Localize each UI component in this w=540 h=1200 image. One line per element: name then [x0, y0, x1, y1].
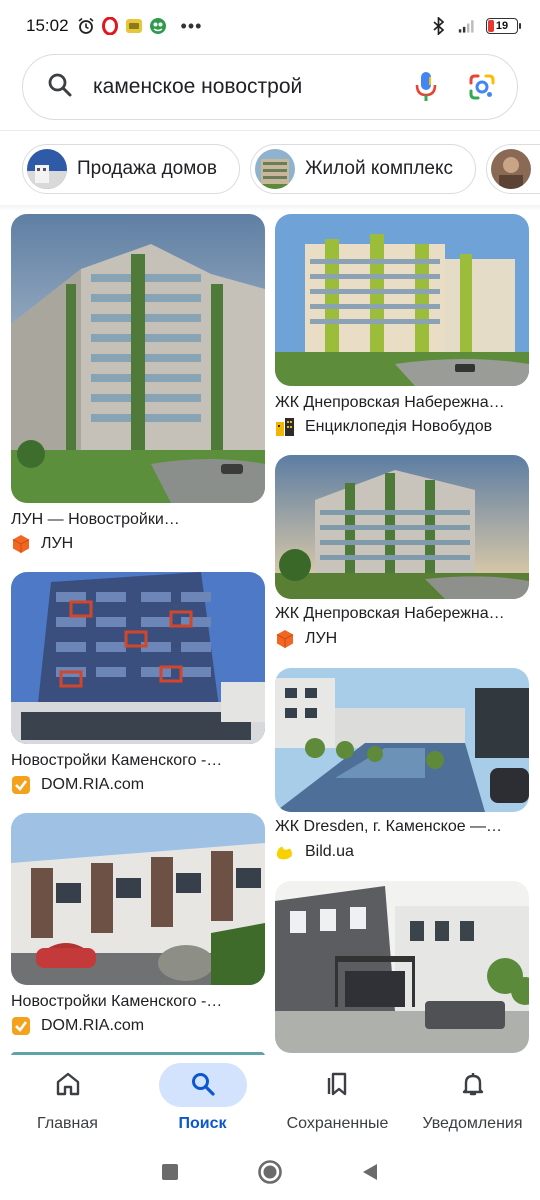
nav-home[interactable]: Главная — [0, 1055, 135, 1143]
battery-fill — [488, 20, 494, 32]
result-title[interactable]: ЖК Днепровская Набережна… — [275, 394, 529, 412]
status-icons-left: ••• — [77, 16, 203, 37]
result-image — [275, 668, 529, 812]
result-source[interactable]: Енциклопедія Новобудов — [275, 417, 492, 437]
result-source[interactable]: DOM.RIA.com — [11, 775, 144, 795]
result-image — [275, 881, 529, 1053]
filter-chips: Продажа домов Жилой комплекс К — [22, 144, 540, 194]
alarm-icon — [77, 17, 95, 35]
result-title[interactable]: Новостройки Каменского -… — [11, 752, 265, 770]
google-lens-icon[interactable] — [467, 72, 497, 102]
result-source[interactable]: Bild.ua — [275, 842, 354, 862]
status-bar: 15:02 ••• 19 — [0, 0, 540, 52]
bell-icon — [458, 1069, 488, 1099]
recents-button[interactable] — [157, 1159, 183, 1185]
more-notifications-indicator: ••• — [180, 15, 203, 36]
domria-icon — [11, 1016, 31, 1036]
bottom-navigation: Главная Поиск Сохраненные Уведомления — [0, 1055, 540, 1143]
result-image — [11, 214, 265, 503]
result-source-name: DOM.RIA.com — [41, 1017, 145, 1034]
nav-label: Поиск — [178, 1115, 227, 1132]
signal-icon — [458, 17, 476, 35]
nav-label: Уведомления — [422, 1115, 523, 1132]
nav-search[interactable]: Поиск — [135, 1055, 270, 1143]
result-source[interactable]: ЛУН — [11, 534, 73, 554]
bild-icon — [275, 842, 295, 862]
nav-label: Сохраненные — [286, 1115, 389, 1132]
chip-zhiloy-kompleks[interactable]: Жилой комплекс — [249, 144, 477, 194]
home-button[interactable] — [257, 1159, 283, 1185]
mic-icon[interactable] — [411, 72, 441, 102]
header-divider — [0, 130, 540, 131]
battery-level: 19 — [495, 20, 509, 32]
status-time: 15:02 — [26, 16, 69, 35]
result-source-name: ЛУН — [41, 535, 74, 552]
result-title[interactable]: ЛУН — Новостройки… — [11, 511, 265, 529]
bluetooth-icon — [430, 17, 448, 35]
result-card[interactable] — [275, 881, 529, 1053]
search-icon[interactable] — [47, 72, 73, 103]
result-card[interactable]: Новостройки Каменского -… DOM.RIA.com — [11, 572, 265, 802]
status-icons-right: 19 — [430, 17, 521, 35]
novobudov-icon — [275, 417, 295, 437]
chip-label: Жилой комплекс — [304, 158, 454, 179]
chip-partial[interactable]: К — [486, 144, 540, 194]
lun-icon — [11, 534, 31, 554]
result-title[interactable]: ЖК Днепровская Набережна… — [275, 605, 529, 623]
result-title[interactable]: ЖК Dresden, г. Каменское —… — [275, 818, 529, 836]
result-image — [275, 214, 529, 386]
result-image — [275, 455, 529, 599]
result-source-name: ЛУН — [305, 630, 338, 647]
result-image — [11, 813, 265, 985]
search-bar[interactable]: каменское новострой — [22, 54, 518, 120]
domria-icon — [11, 775, 31, 795]
chip-prodazha-domov[interactable]: Продажа домов — [22, 144, 240, 194]
nav-notifications[interactable]: Уведомления — [405, 1055, 540, 1143]
nav-label: Главная — [37, 1115, 98, 1132]
opera-icon — [101, 17, 119, 35]
search-query[interactable]: каменское новострой — [93, 75, 411, 99]
game-app-icon — [149, 17, 167, 35]
result-image — [11, 572, 265, 744]
chip-label: Продажа домов — [77, 158, 217, 179]
bookmark-icon — [323, 1069, 353, 1099]
result-card[interactable]: ЛУН — Новостройки… ЛУН — [11, 214, 265, 559]
result-card[interactable]: Новостройки Каменского -… DOM.RIA.com — [11, 813, 265, 1043]
home-icon — [53, 1069, 83, 1099]
chip-thumbnail — [491, 149, 532, 189]
result-source[interactable]: DOM.RIA.com — [11, 1016, 144, 1036]
chip-thumbnail — [254, 149, 295, 189]
chips-divider — [0, 205, 540, 211]
battery-icon: 19 — [486, 18, 521, 34]
result-source-name: DOM.RIA.com — [41, 776, 145, 793]
nav-saved[interactable]: Сохраненные — [270, 1055, 405, 1143]
result-source-name: Bild.ua — [305, 843, 354, 860]
search-icon — [188, 1069, 218, 1099]
result-source-name: Енциклопедія Новобудов — [305, 418, 493, 435]
result-card[interactable]: ЖК Днепровская Набережна… ЛУН — [275, 455, 529, 655]
result-title[interactable]: Новостройки Каменского -… — [11, 993, 265, 1011]
result-source[interactable]: ЛУН — [275, 629, 337, 649]
chip-thumbnail — [27, 149, 67, 189]
lun-icon — [275, 629, 295, 649]
result-card[interactable]: ЖК Dresden, г. Каменское —… Bild.ua — [275, 668, 529, 868]
system-navigation — [0, 1143, 540, 1200]
result-card[interactable]: ЖК Днепровская Набережна… Енциклопедія Н… — [275, 214, 529, 440]
back-button[interactable] — [357, 1159, 383, 1185]
notification-app-icon — [125, 17, 143, 35]
